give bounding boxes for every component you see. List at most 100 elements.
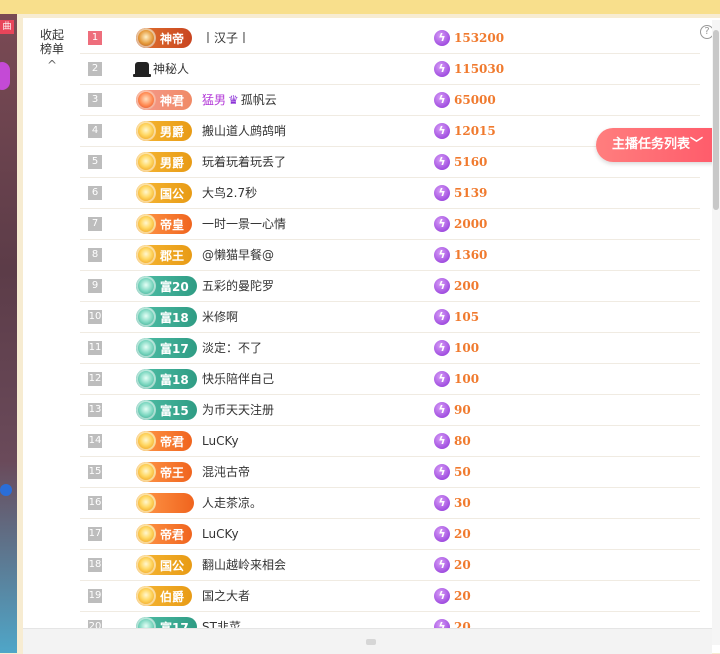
- ranking-panel: 收起 榜单 ^ ? 1 神帝 丨汉子丨 ϟ 153200 2 神秘人 ϟ 115030 3 神君 猛男…: [23, 18, 720, 653]
- user-name[interactable]: 丨汉子丨: [202, 23, 250, 53]
- score-value: 2000: [454, 217, 488, 231]
- ranking-row[interactable]: 11 富17 淡定：不了 ϟ 100: [80, 333, 700, 364]
- ranking-row[interactable]: 9 富20 五彩的曼陀罗 ϟ 200: [80, 271, 700, 302]
- user-name-suffix: 孤帆云: [240, 93, 277, 107]
- user-level-badge: 国公: [136, 555, 193, 575]
- user-name-text: 猛男: [202, 93, 227, 107]
- contribution-score: ϟ 65000: [434, 91, 496, 109]
- contribution-score: ϟ 1360: [434, 246, 487, 264]
- lightning-coin-icon: ϟ: [434, 92, 450, 108]
- ranking-row[interactable]: 14 帝君 LuCKy ϟ 80: [80, 426, 700, 457]
- ranking-row[interactable]: 1 神帝 丨汉子丨 ϟ 153200: [80, 23, 700, 54]
- ranking-row[interactable]: 6 国公 大鸟2.7秒 ϟ 5139: [80, 178, 700, 209]
- ranking-row[interactable]: 8 郡王 @懒猫早餐@ ϟ 1360: [80, 240, 700, 271]
- panel-footer: [23, 628, 712, 654]
- ranking-row[interactable]: 7 帝皇 一时一景一心情 ϟ 2000: [80, 209, 700, 240]
- lightning-coin-icon: ϟ: [434, 588, 450, 604]
- user-level-badge: 郡王: [136, 245, 193, 265]
- contribution-score: ϟ 5160: [434, 153, 487, 171]
- user-name[interactable]: LuCKy: [202, 519, 239, 549]
- collapse-ranking-button[interactable]: 收起 榜单 ^: [35, 28, 69, 72]
- user-level-badge: 富18: [136, 369, 197, 389]
- ranking-row[interactable]: 15 帝王 混沌古帝 ϟ 50: [80, 457, 700, 488]
- lightning-coin-icon: ϟ: [434, 495, 450, 511]
- user-name-text: 为币天天注册: [202, 403, 275, 417]
- rank-number: 1: [88, 31, 102, 45]
- user-name[interactable]: 搬山道人鹧鸪哨: [202, 116, 286, 146]
- user-name[interactable]: 玩着玩着玩丢了: [202, 147, 286, 177]
- contribution-score: ϟ 100: [434, 339, 479, 357]
- user-name[interactable]: 一时一景一心情: [202, 209, 286, 239]
- lightning-coin-icon: ϟ: [434, 309, 450, 325]
- user-name[interactable]: @懒猫早餐@: [202, 240, 274, 270]
- level-orb-icon: [136, 400, 156, 420]
- user-name[interactable]: 国之大者: [202, 581, 250, 611]
- scrollbar[interactable]: [712, 20, 720, 645]
- badge-label: 帝王: [160, 465, 185, 480]
- user-name[interactable]: 人走茶凉。: [202, 488, 262, 518]
- score-value: 20: [454, 589, 471, 603]
- rank-number: 16: [88, 496, 102, 510]
- ranking-row[interactable]: 2 神秘人 ϟ 115030: [80, 54, 700, 85]
- user-name-text: 国之大者: [202, 589, 251, 603]
- user-name[interactable]: 神秘人: [133, 54, 190, 84]
- rank-number: 12: [88, 372, 102, 386]
- user-name[interactable]: 为币天天注册: [202, 395, 274, 425]
- contribution-score: ϟ 200: [434, 277, 479, 295]
- ranking-row[interactable]: 18 国公 翻山越岭来相会 ϟ 20: [80, 550, 700, 581]
- badge-label: 帝皇: [160, 217, 185, 232]
- contribution-score: ϟ 153200: [434, 29, 504, 47]
- side-tag[interactable]: 曲: [0, 20, 14, 34]
- user-level-badge: 帝皇: [136, 214, 193, 234]
- resize-grip-icon[interactable]: [366, 639, 376, 645]
- rank-number: 14: [88, 434, 102, 448]
- score-value: 90: [454, 403, 471, 417]
- ranking-row[interactable]: 17 帝君 LuCKy ϟ 20: [80, 519, 700, 550]
- level-orb-icon: [136, 214, 156, 234]
- score-value: 115030: [454, 62, 505, 76]
- user-name[interactable]: 混沌古帝: [202, 457, 250, 487]
- user-level-badge: 帝君: [136, 524, 193, 544]
- user-name[interactable]: 快乐陪伴自己: [202, 364, 274, 394]
- badge-label: 富18: [160, 310, 189, 325]
- badge-label: 神帝: [160, 31, 185, 46]
- crown-icon: ♛: [228, 93, 239, 107]
- user-level-badge: 神君: [136, 90, 193, 110]
- lightning-coin-icon: ϟ: [434, 402, 450, 418]
- ranking-row[interactable]: 13 富15 为币天天注册 ϟ 90: [80, 395, 700, 426]
- rank-number: 18: [88, 558, 102, 572]
- gift-icon[interactable]: [0, 484, 12, 496]
- user-level-badge: 帝王: [136, 462, 193, 482]
- level-orb-icon: [136, 121, 156, 141]
- rank-number: 8: [88, 248, 102, 262]
- user-name-text: 神秘人: [153, 62, 190, 76]
- user-level-badge: 伯爵: [136, 586, 193, 606]
- scrollbar-thumb[interactable]: [713, 30, 719, 210]
- user-level-badge: 男爵: [136, 121, 193, 141]
- contribution-score: ϟ 80: [434, 432, 471, 450]
- score-value: 100: [454, 372, 480, 386]
- user-name[interactable]: 大鸟2.7秒: [202, 178, 257, 208]
- rank-number: 10: [88, 310, 102, 324]
- level-orb-icon: [136, 90, 156, 110]
- side-bubble-icon[interactable]: [0, 62, 10, 90]
- user-name[interactable]: 猛男 ♛ 孤帆云: [202, 85, 277, 115]
- ranking-row[interactable]: 16 人走茶凉。 ϟ 30: [80, 488, 700, 519]
- ranking-row[interactable]: 3 神君 猛男 ♛ 孤帆云 ϟ 65000: [80, 85, 700, 116]
- ranking-row[interactable]: 10 富18 米修啊 ϟ 105: [80, 302, 700, 333]
- rank-number: 19: [88, 589, 102, 603]
- user-name[interactable]: 米修啊: [202, 302, 238, 332]
- streamer-task-list-button[interactable]: 主播任务列表﹀: [596, 128, 720, 162]
- badge-label: 郡王: [160, 248, 185, 263]
- ranking-row[interactable]: 12 富18 快乐陪伴自己 ϟ 100: [80, 364, 700, 395]
- user-name[interactable]: LuCKy: [202, 426, 239, 456]
- user-name[interactable]: 翻山越岭来相会: [202, 550, 286, 580]
- user-name-text: 混沌古帝: [202, 465, 251, 479]
- rank-number: 6: [88, 186, 102, 200]
- ranking-row[interactable]: 19 伯爵 国之大者 ϟ 20: [80, 581, 700, 612]
- lightning-coin-icon: ϟ: [434, 61, 450, 77]
- badge-label: 国公: [160, 558, 185, 573]
- user-name[interactable]: 淡定：不了: [202, 333, 262, 363]
- level-orb-icon: [136, 183, 156, 203]
- user-name[interactable]: 五彩的曼陀罗: [202, 271, 274, 301]
